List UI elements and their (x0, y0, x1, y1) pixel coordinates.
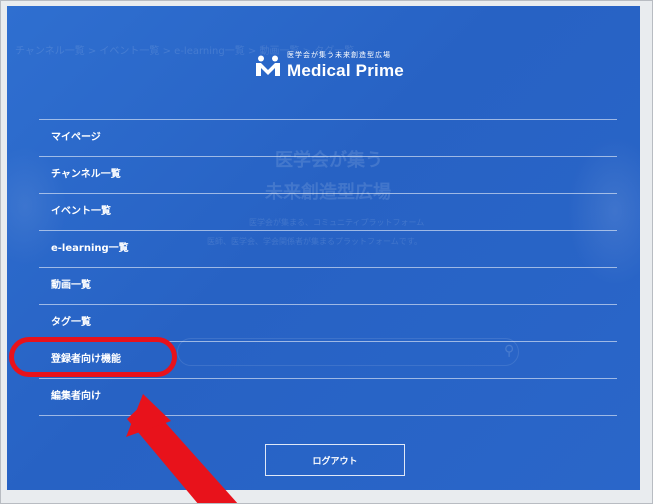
logout-button[interactable]: ログアウト (265, 444, 405, 476)
menu-item-tags[interactable]: タグ一覧 (39, 304, 617, 341)
medical-prime-logo-icon (256, 55, 280, 76)
menu-item-events[interactable]: イベント一覧 (39, 193, 617, 230)
screenshot-frame: チャンネル一覧 > イベント一覧 > e-learning一覧 > 動画一覧 >… (0, 0, 653, 504)
menu-item-mypage[interactable]: マイページ (39, 119, 617, 156)
menu-item-videos[interactable]: 動画一覧 (39, 267, 617, 304)
menu-item-editor[interactable]: 編集者向け (39, 378, 617, 416)
logo-tagline: 医学会が集う未来創造型広場 (287, 51, 391, 59)
menu-overlay: チャンネル一覧 > イベント一覧 > e-learning一覧 > 動画一覧 >… (7, 6, 640, 490)
menu-item-registrant-features[interactable]: 登録者向け機能 (39, 341, 617, 378)
logo-text: 医学会が集う未来創造型広場 Medical Prime (287, 51, 404, 80)
menu-item-channels[interactable]: チャンネル一覧 (39, 156, 617, 193)
site-logo[interactable]: 医学会が集う未来創造型広場 Medical Prime (255, 52, 404, 79)
logo-name: Medical Prime (287, 61, 404, 80)
main-menu: マイページ チャンネル一覧 イベント一覧 e-learning一覧 動画一覧 タ… (39, 119, 617, 416)
menu-item-elearning[interactable]: e-learning一覧 (39, 230, 617, 267)
